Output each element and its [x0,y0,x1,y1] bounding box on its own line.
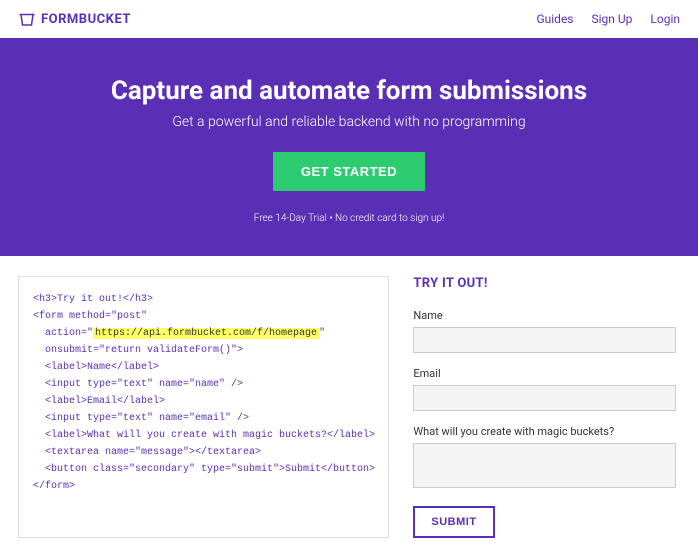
code-line: onsubmit="return validateForm()"> [33,342,374,359]
code-line: <h3>Try it out!</h3> [33,291,374,308]
code-line: <label>Name</label> [33,359,374,376]
nav-signup[interactable]: Sign Up [592,12,633,26]
code-line: action="https://api.formbucket.com/f/hom… [33,325,374,342]
submit-button[interactable]: SUBMIT [413,506,494,538]
bucket-icon [18,10,36,28]
hero-title: Capture and automate form submissions [20,76,678,106]
get-started-button[interactable]: GET STARTED [273,152,425,191]
name-input[interactable] [413,327,676,353]
form-panel: TRY IT OUT! Name Email What will you cre… [409,276,680,538]
form-title: TRY IT OUT! [413,276,676,291]
code-line: <form method="post" [33,308,374,325]
message-textarea[interactable] [413,443,676,488]
nav-login[interactable]: Login [650,12,680,26]
header: FORMBUCKET Guides Sign Up Login [0,0,698,38]
code-line: <label>What will you create with magic b… [33,427,374,444]
email-label: Email [413,367,676,380]
content: <h3>Try it out!</h3> <form method="post"… [0,256,698,558]
code-line: <textarea name="message"></textarea> [33,444,374,461]
code-panel: <h3>Try it out!</h3> <form method="post"… [18,276,389,538]
logo[interactable]: FORMBUCKET [18,10,131,28]
name-label: Name [413,309,676,322]
hero-subtitle: Get a powerful and reliable backend with… [20,114,678,130]
code-line: <button class="secondary" type="submit">… [33,461,374,478]
logo-text: FORMBUCKET [41,12,131,27]
code-line: <label>Email</label> [33,393,374,410]
code-line: <input type="text" name="name" /> [33,376,374,393]
code-line: </form> [33,478,374,495]
hero: Capture and automate form submissions Ge… [0,38,698,256]
email-input[interactable] [413,385,676,411]
trial-text: Free 14-Day Trial • No credit card to si… [20,213,678,224]
highlighted-url: https://api.formbucket.com/f/homepage [93,328,319,339]
nav: Guides Sign Up Login [536,12,680,26]
code-line: <input type="text" name="email" /> [33,410,374,427]
message-label: What will you create with magic buckets? [413,425,676,438]
nav-guides[interactable]: Guides [536,12,573,26]
